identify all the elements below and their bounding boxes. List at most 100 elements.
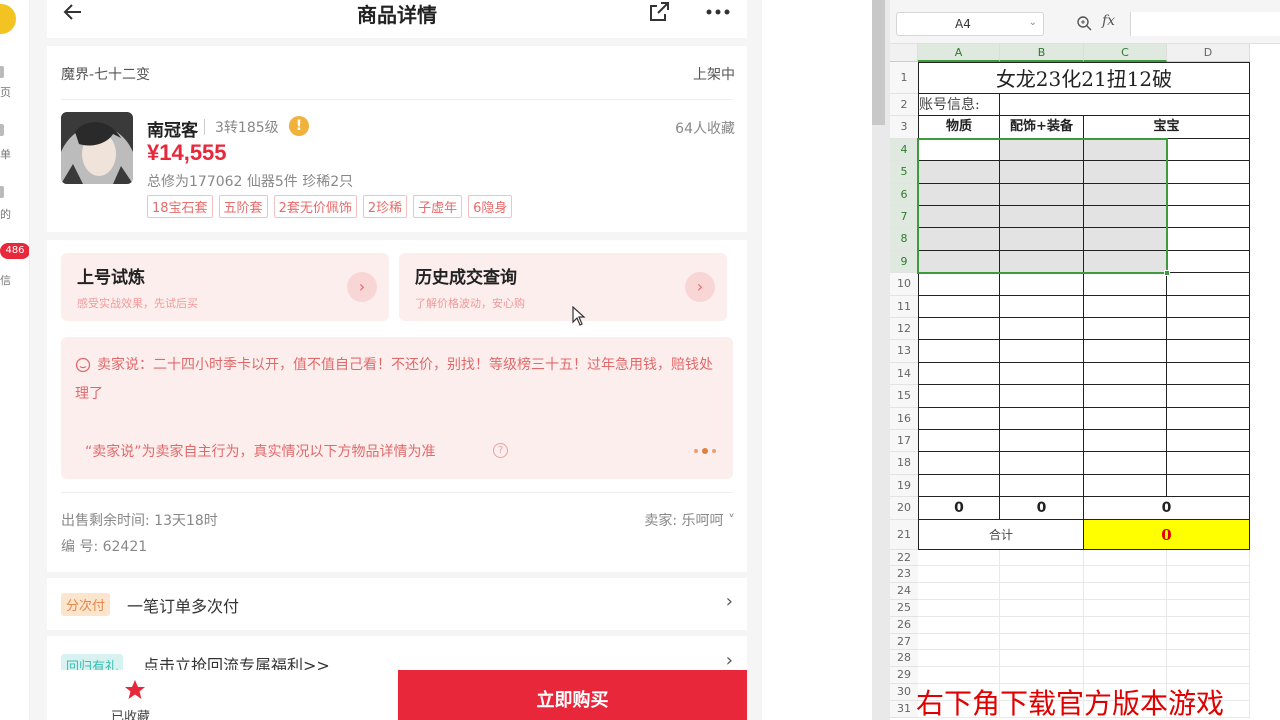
sheet-cell[interactable] — [1000, 650, 1084, 668]
sheet-cell[interactable] — [1084, 583, 1167, 600]
header-cell[interactable]: 配饰+装备 — [1000, 116, 1084, 139]
sheet-cell[interactable] — [1167, 616, 1250, 634]
row-header[interactable]: 5 — [890, 161, 918, 184]
sheet-cell[interactable] — [1084, 206, 1167, 229]
nav-mine-icon[interactable] — [0, 186, 4, 198]
sheet-cell[interactable] — [918, 385, 1000, 408]
row-header[interactable]: 20 — [890, 497, 918, 520]
sheet-cell[interactable] — [1084, 183, 1167, 206]
warning-icon[interactable]: ! — [289, 116, 309, 136]
sheet-cell[interactable] — [918, 138, 1000, 162]
sheet-cell[interactable] — [1167, 161, 1250, 184]
sheet-cell[interactable] — [1167, 385, 1250, 408]
sheet-cell[interactable] — [1000, 250, 1084, 274]
row-header[interactable]: 17 — [890, 430, 918, 453]
sheet-cell[interactable] — [918, 407, 1000, 430]
price-history-button[interactable]: 历史成交查询 了解价格波动，安心购 › — [399, 253, 727, 321]
row-header[interactable]: 13 — [890, 340, 918, 363]
sheet-cell[interactable] — [1167, 183, 1250, 206]
sheet-cell[interactable] — [918, 583, 1000, 600]
sheet-cell[interactable] — [1000, 206, 1084, 229]
row-header[interactable]: 6 — [890, 183, 918, 206]
nav-messages-label[interactable]: 信 — [0, 272, 11, 288]
row-header[interactable]: 15 — [890, 385, 918, 408]
sheet-cell[interactable] — [1167, 566, 1250, 584]
sheet-cell[interactable] — [918, 340, 1000, 363]
account-info-cell[interactable]: 账号信息: — [918, 94, 1000, 117]
sheet-cell[interactable] — [1000, 183, 1084, 206]
select-all-corner[interactable] — [890, 44, 918, 62]
sheet-cell[interactable] — [918, 430, 1000, 453]
sheet-cell[interactable] — [918, 295, 1000, 318]
sheet-cell[interactable] — [1084, 474, 1167, 498]
column-header[interactable]: C — [1084, 44, 1167, 62]
installment-row[interactable]: 分次付 一笔订单多次付 › — [47, 578, 747, 630]
column-header[interactable]: A — [918, 44, 1000, 62]
sheet-cell[interactable] — [1000, 616, 1084, 634]
total-label-cell[interactable]: 合计 — [918, 519, 1084, 550]
nav-mine-label[interactable]: 的 — [0, 206, 11, 222]
sheet-cell[interactable] — [1167, 362, 1250, 386]
sheet-cell[interactable] — [1084, 250, 1167, 274]
character-avatar[interactable] — [61, 112, 133, 184]
row-header[interactable]: 12 — [890, 318, 918, 341]
row-header[interactable]: 2 — [890, 94, 918, 117]
row-header[interactable]: 16 — [890, 407, 918, 430]
sheet-cell[interactable] — [1084, 452, 1167, 475]
sheet-cell[interactable] — [1000, 385, 1084, 408]
sheet-cell[interactable] — [1084, 228, 1167, 251]
sheet-scroll-strip[interactable] — [872, 0, 890, 720]
row-header[interactable]: 30 — [890, 684, 918, 701]
sheet-cell[interactable] — [1000, 228, 1084, 251]
sheet-cell[interactable] — [918, 206, 1000, 229]
row-header[interactable]: 14 — [890, 362, 918, 386]
sheet-cell[interactable] — [1000, 273, 1084, 296]
sheet-cell[interactable]: 0 — [918, 497, 1000, 520]
sheet-cell[interactable] — [1167, 318, 1250, 341]
sheet-cell[interactable] — [1084, 430, 1167, 453]
nav-home-label[interactable]: 页 — [0, 84, 11, 100]
row-header[interactable]: 10 — [890, 273, 918, 296]
sheet-cell[interactable] — [1000, 318, 1084, 341]
sheet-cell[interactable] — [1084, 633, 1167, 651]
row-header[interactable]: 25 — [890, 600, 918, 617]
sheet-cell[interactable] — [1167, 430, 1250, 453]
row-header[interactable]: 22 — [890, 549, 918, 567]
sheet-cell[interactable] — [918, 600, 1000, 617]
sheet-cell[interactable] — [918, 362, 1000, 386]
total-value-cell[interactable]: 0 — [1084, 519, 1250, 550]
nav-home-icon[interactable] — [0, 66, 4, 78]
column-header[interactable]: B — [1000, 44, 1084, 62]
sheet-cell[interactable] — [918, 549, 1000, 567]
header-cell[interactable]: 物质 — [918, 116, 1000, 139]
sheet-cell[interactable] — [1084, 340, 1167, 363]
sheet-cell[interactable] — [1084, 566, 1167, 584]
scrollbar-thumb[interactable] — [872, 0, 885, 125]
sheet-cell[interactable] — [1000, 362, 1084, 386]
sheet-cell[interactable] — [918, 616, 1000, 634]
sheet-cell[interactable] — [1000, 295, 1084, 318]
nav-orders-label[interactable]: 单 — [0, 146, 11, 162]
sheet-cell[interactable] — [1084, 161, 1167, 184]
sheet-cell[interactable] — [1167, 600, 1250, 617]
row-header[interactable]: 7 — [890, 206, 918, 229]
sheet-cell[interactable]: 0 — [1084, 497, 1250, 520]
sheet-cell[interactable] — [918, 633, 1000, 651]
sheet-cell[interactable] — [1167, 650, 1250, 668]
sheet-cell[interactable] — [1167, 474, 1250, 498]
sheet-cell[interactable] — [1084, 318, 1167, 341]
trial-play-button[interactable]: 上号试炼 感受实战效果，先试后买 › — [61, 253, 389, 321]
buy-now-button[interactable]: 立即购买 — [398, 670, 747, 720]
row-header[interactable]: 27 — [890, 633, 918, 651]
header-cell[interactable]: 宝宝 — [1084, 116, 1250, 139]
sheet-cell[interactable] — [1084, 549, 1167, 567]
sheet-cell[interactable] — [1000, 430, 1084, 453]
sheet-cell[interactable] — [1084, 295, 1167, 318]
row-header[interactable]: 19 — [890, 474, 918, 498]
nav-orders-icon[interactable] — [0, 124, 4, 136]
sheet-cell[interactable] — [918, 250, 1000, 274]
help-icon[interactable]: ? — [493, 443, 508, 458]
row-header[interactable]: 18 — [890, 452, 918, 475]
seller-name[interactable]: 卖家: 乐呵呵 ˅ — [644, 510, 735, 530]
sheet-cell[interactable] — [1084, 385, 1167, 408]
